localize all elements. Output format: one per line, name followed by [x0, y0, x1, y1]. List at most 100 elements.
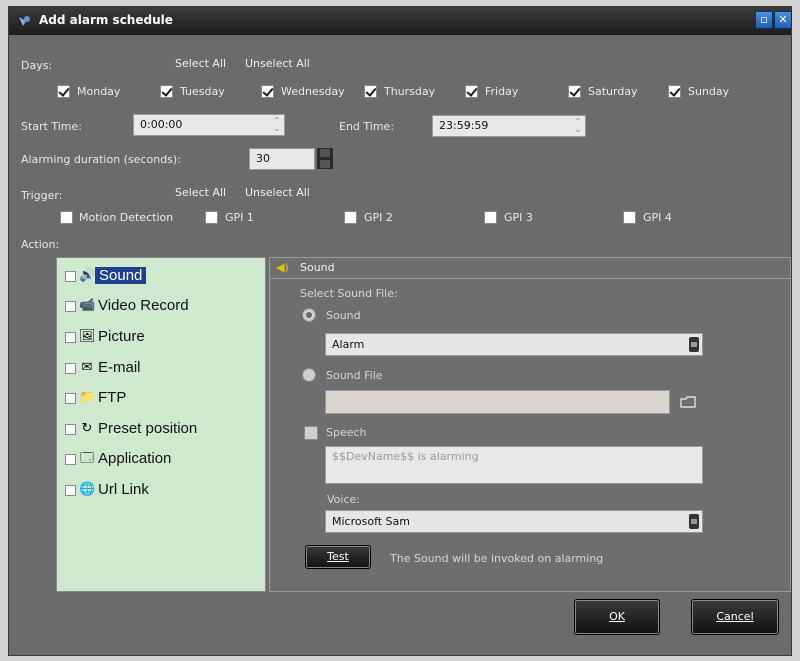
saturday-label: Saturday [588, 85, 638, 98]
start-time-spinner[interactable]: ⌃ ⌄ [272, 117, 282, 133]
ok-button-label: OK [609, 610, 625, 623]
speech-text: $$DevName$$ is alarming [332, 450, 479, 463]
checkbox-saturday[interactable] [568, 85, 581, 98]
checkbox-motion-detection[interactable] [60, 211, 73, 224]
select-sound-file-label: Select Sound File: [300, 287, 398, 300]
action-item-application[interactable]: 🗔 Application [65, 449, 261, 473]
preset-icon: ↻ [81, 421, 93, 436]
checkbox-friday[interactable] [465, 85, 478, 98]
action-item-label: Application [98, 450, 172, 467]
radio-sound-file[interactable] [302, 368, 316, 382]
action-item-video-record[interactable]: 📹 Video Record [65, 296, 261, 320]
duration-spinner[interactable] [317, 148, 333, 169]
action-item-label: E-mail [98, 359, 141, 376]
start-time-input[interactable]: 0:00:00 ⌃ ⌄ [133, 114, 285, 136]
monday-label: Monday [77, 85, 121, 98]
checkbox-speech[interactable] [304, 426, 318, 440]
sound-select-value: Alarm [332, 338, 365, 351]
gpi-3-label: GPI 3 [504, 211, 533, 224]
checkbox-gpi-2[interactable] [344, 211, 357, 224]
sunday-label: Sunday [688, 85, 730, 98]
action-item-label: Video Record [98, 297, 189, 314]
motion-detection-label: Motion Detection [79, 211, 174, 224]
action-picture-checkbox[interactable] [65, 332, 76, 343]
test-note: The Sound will be invoked on alarming [390, 552, 604, 565]
action-item-email[interactable]: ✉ E-mail [65, 358, 261, 382]
action-list: 🔊 Sound 📹 Video Record 🖼 Picture ✉ E-mai… [56, 257, 266, 592]
folder-browse-icon[interactable] [680, 396, 696, 408]
dropdown-icon [689, 337, 699, 352]
end-time-value: 23:59:59 [439, 119, 489, 132]
gpi-2-label: GPI 2 [364, 211, 393, 224]
end-time-input[interactable]: 23:59:59 ⌃ ⌄ [432, 115, 586, 137]
action-item-url-link[interactable]: 🌐 Url Link [65, 480, 261, 504]
action-item-sound[interactable]: 🔊 Sound [65, 266, 261, 290]
close-button[interactable]: ✕ [774, 11, 792, 29]
end-time-spinner[interactable]: ⌃ ⌄ [573, 118, 583, 134]
ftp-icon: 📁 [79, 390, 96, 405]
action-item-ftp[interactable]: 📁 FTP [65, 388, 261, 412]
radio-sound[interactable] [302, 308, 316, 322]
sound-file-input[interactable] [325, 390, 670, 414]
start-time-label: Start Time: [21, 120, 82, 133]
action-item-picture[interactable]: 🖼 Picture [65, 327, 261, 351]
checkbox-gpi-3[interactable] [484, 211, 497, 224]
sound-panel-header: ◀) Sound [270, 258, 790, 279]
window-title: Add alarm schedule [39, 13, 173, 27]
camera-icon: 📹 [79, 298, 96, 313]
speaker-icon: 🔊 [79, 268, 96, 283]
speech-textarea[interactable]: $$DevName$$ is alarming [325, 446, 703, 484]
checkbox-wednesday[interactable] [261, 85, 274, 98]
days-label: Days: [21, 59, 53, 72]
checkbox-gpi-4[interactable] [623, 211, 636, 224]
action-email-checkbox[interactable] [65, 363, 76, 374]
action-video-record-checkbox[interactable] [65, 301, 76, 312]
duration-input[interactable]: 30 [249, 148, 315, 170]
action-application-checkbox[interactable] [65, 454, 76, 465]
checkbox-gpi-1[interactable] [205, 211, 218, 224]
days-unselect-all-link[interactable]: Unselect All [245, 57, 310, 70]
checkbox-sunday[interactable] [668, 85, 681, 98]
test-button[interactable]: Test [305, 545, 371, 569]
speech-label: Speech [326, 426, 367, 439]
trigger-select-all-link[interactable]: Select All [175, 186, 226, 199]
start-time-value: 0:00:00 [140, 118, 183, 131]
checkbox-thursday[interactable] [364, 85, 377, 98]
action-item-label: Preset position [98, 420, 198, 437]
action-url-link-checkbox[interactable] [65, 485, 76, 496]
sound-panel-title: Sound [300, 261, 335, 274]
action-sound-checkbox[interactable] [65, 271, 76, 282]
action-item-label: FTP [98, 389, 127, 406]
duration-label: Alarming duration (seconds): [21, 153, 181, 166]
title-bar: Add alarm schedule ▫ ✕ [9, 7, 792, 35]
gpi-1-label: GPI 1 [225, 211, 254, 224]
radio-sound-file-label: Sound File [326, 369, 383, 382]
action-ftp-checkbox[interactable] [65, 393, 76, 404]
action-label: Action: [21, 238, 60, 251]
application-icon: 🗔 [79, 451, 95, 466]
gpi-4-label: GPI 4 [643, 211, 672, 224]
voice-select[interactable]: Microsoft Sam [325, 510, 703, 533]
checkbox-tuesday[interactable] [160, 85, 173, 98]
action-preset-position-checkbox[interactable] [65, 424, 76, 435]
voice-select-value: Microsoft Sam [332, 515, 410, 528]
friday-label: Friday [485, 85, 519, 98]
checkbox-monday[interactable] [57, 85, 70, 98]
speaker-icon: ◀) [276, 261, 289, 274]
end-time-label: End Time: [339, 120, 395, 133]
ok-button[interactable]: OK [574, 599, 660, 635]
days-select-all-link[interactable]: Select All [175, 57, 226, 70]
test-button-label: Test [327, 550, 349, 563]
sound-select[interactable]: Alarm [325, 333, 703, 356]
alarm-schedule-dialog: Add alarm schedule ▫ ✕ Days: Select All … [8, 6, 792, 656]
restore-button[interactable]: ▫ [755, 11, 773, 29]
cancel-button[interactable]: Cancel [691, 599, 779, 635]
action-item-preset-position[interactable]: ↻ Preset position [65, 419, 261, 443]
dropdown-icon [689, 514, 699, 529]
trigger-unselect-all-link[interactable]: Unselect All [245, 186, 310, 199]
trigger-label: Trigger: [21, 189, 63, 202]
thursday-label: Thursday [384, 85, 436, 98]
action-item-label: Url Link [98, 481, 149, 498]
duration-value: 30 [256, 152, 270, 165]
globe-icon: 🌐 [79, 482, 96, 497]
